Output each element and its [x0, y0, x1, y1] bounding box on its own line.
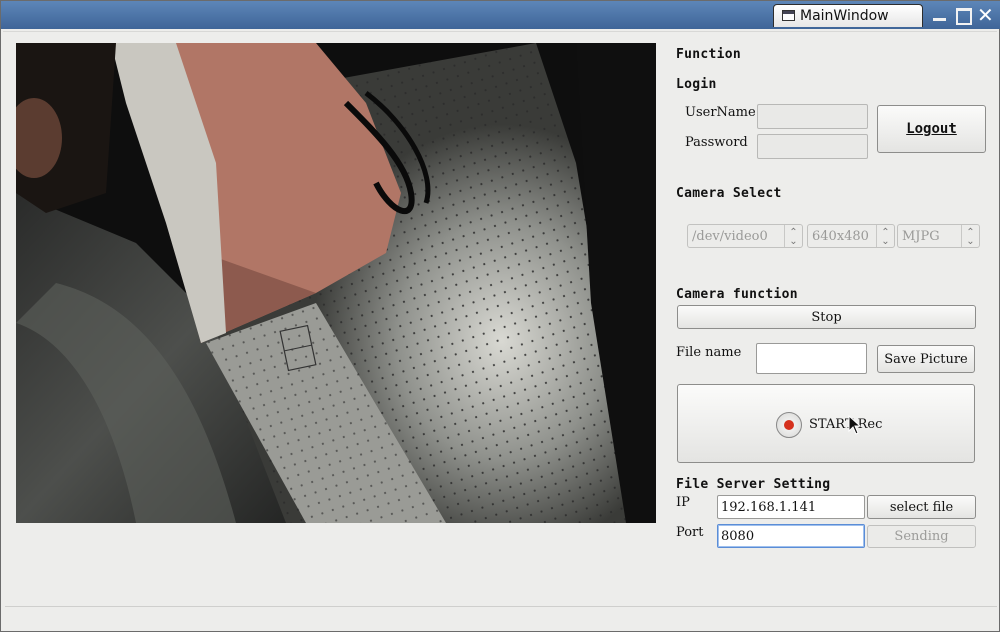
window-icon [782, 10, 795, 21]
camera-select-header: Camera Select [676, 186, 782, 201]
username-label: UserName [685, 105, 756, 120]
resolution-select-value: 640x480 [812, 228, 869, 244]
ip-field[interactable]: 192.168.1.141 [717, 495, 865, 519]
maximize-icon[interactable] [955, 7, 972, 25]
resolution-select[interactable]: 640x480 ⌃ ⌄ [807, 224, 895, 248]
main-window: MainWindow ✕ Function Login UserName Pas… [0, 0, 1000, 632]
mouse-cursor-icon [848, 415, 862, 435]
file-name-field[interactable] [756, 343, 867, 374]
save-picture-button[interactable]: Save Picture [877, 345, 975, 373]
chevron-updown-icon: ⌃ ⌄ [961, 225, 979, 247]
format-select-value: MJPG [902, 228, 940, 244]
window-title: MainWindow [800, 8, 889, 24]
login-header: Login [676, 77, 717, 92]
chevron-updown-icon: ⌃ ⌄ [784, 225, 802, 247]
select-file-button[interactable]: select file [867, 495, 976, 519]
device-select-value: /dev/video0 [692, 228, 768, 244]
port-label: Port [676, 525, 704, 540]
record-icon [776, 412, 802, 438]
username-field[interactable] [757, 104, 868, 129]
ip-label: IP [676, 495, 690, 510]
start-rec-button[interactable]: START Rec [677, 384, 975, 463]
camera-function-header: Camera function [676, 287, 798, 302]
port-field[interactable]: 8080 [717, 524, 865, 548]
sending-button[interactable]: Sending [867, 525, 976, 548]
password-label: Password [685, 135, 748, 150]
logout-button[interactable]: Logout [877, 105, 986, 153]
window-title-tab[interactable]: MainWindow [773, 4, 923, 27]
file-server-header: File Server Setting [676, 477, 831, 492]
start-rec-label: START Rec [809, 417, 883, 432]
chevron-updown-icon: ⌃ ⌄ [876, 225, 894, 247]
file-name-label: File name [676, 345, 742, 360]
camera-frame-image [16, 43, 656, 523]
device-select[interactable]: /dev/video0 ⌃ ⌄ [687, 224, 803, 248]
stop-button[interactable]: Stop [677, 305, 976, 329]
camera-preview [16, 43, 656, 523]
menu-bar [3, 31, 997, 41]
close-icon[interactable]: ✕ [977, 5, 994, 25]
password-field[interactable] [757, 134, 868, 159]
title-bar[interactable]: MainWindow ✕ [1, 1, 1000, 29]
format-select[interactable]: MJPG ⌃ ⌄ [897, 224, 980, 248]
minimize-icon[interactable] [932, 7, 948, 23]
status-bar [5, 606, 997, 626]
function-header: Function [676, 47, 742, 62]
